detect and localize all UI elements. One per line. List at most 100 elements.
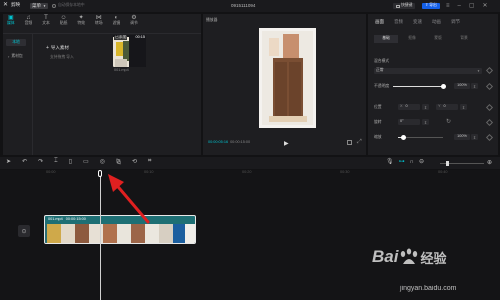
x-value: 0: [405, 104, 408, 109]
position-y-stepper[interactable]: ⇕: [460, 104, 467, 110]
media-clip-thumbnail[interactable]: 已添加 00:15: [113, 35, 146, 67]
split-icon[interactable]: ⌶: [54, 158, 58, 165]
rotate-stepper[interactable]: ⇕: [422, 119, 429, 125]
props-tab-picture[interactable]: 画面: [370, 16, 389, 27]
opacity-stepper[interactable]: ⇕: [471, 83, 478, 89]
added-badge: 已添加: [114, 35, 128, 40]
opacity-value[interactable]: 100%: [454, 83, 470, 89]
scale-slider-knob[interactable]: [400, 135, 406, 140]
export-label: 导出: [429, 3, 437, 8]
scale-stepper[interactable]: ⇕: [471, 134, 478, 140]
fullscreen-icon: ⤢: [357, 139, 362, 145]
autosave-status: 自动保存本地中: [52, 3, 85, 8]
menu-button[interactable]: 菜单 ▼: [30, 3, 48, 9]
clip-thumbnail-image: [113, 35, 146, 67]
position-label: 位置: [374, 105, 382, 109]
tab-filter-label: 滤镜: [112, 21, 121, 25]
tab-effects[interactable]: ✦ 特效: [77, 15, 85, 26]
import-hint: 支持拖拽 导入: [50, 55, 74, 59]
crop-icon[interactable]: ⌗: [148, 158, 151, 165]
y-label: Y: [438, 104, 441, 109]
position-x-field[interactable]: X 0: [398, 104, 420, 110]
chevron-right-icon: ›: [8, 54, 10, 59]
autosave-text: 自动保存本地中: [58, 3, 85, 8]
nav-material-pack[interactable]: › 素材包: [8, 54, 23, 59]
tab-media[interactable]: ▣ 媒体: [7, 15, 15, 26]
time-ruler: 00:00 00:10 00:20 00:30 00:40: [0, 170, 500, 178]
app-name: 剪映: [11, 2, 20, 8]
aspect-ratio-button[interactable]: [347, 140, 352, 145]
rotate-icon[interactable]: ↻: [446, 118, 451, 125]
select-cursor-icon[interactable]: ➤: [6, 158, 11, 165]
magnet-icon[interactable]: ∩: [410, 159, 414, 165]
shortcut-button[interactable]: 快捷键: [393, 3, 416, 9]
tab-divider: [3, 33, 201, 34]
media-panel: [3, 14, 201, 155]
close-icon[interactable]: ✕: [483, 2, 488, 9]
nav-local[interactable]: 本地: [6, 39, 26, 46]
props-tab-animation[interactable]: 动画: [427, 16, 446, 27]
stepper-icon: ⇕: [423, 104, 428, 110]
props-tab-speed[interactable]: 变速: [408, 16, 427, 27]
props-tab-bar: 画面 音频 变速 动画 调节: [370, 16, 465, 27]
player-title: 播放器: [206, 18, 218, 22]
track-cover-button[interactable]: ⊙: [18, 225, 30, 237]
zoom-slider[interactable]: [440, 161, 484, 166]
stepper-icon: ⇕: [461, 104, 466, 110]
maximize-icon[interactable]: ▢: [469, 2, 475, 9]
clip-duration: 00:15: [135, 35, 145, 39]
import-label: 导入素材: [50, 45, 69, 51]
tab-text[interactable]: T 文本: [42, 15, 50, 26]
undo-icon[interactable]: ↶: [22, 158, 27, 165]
scale-value[interactable]: 100%: [454, 134, 470, 140]
chevron-down-icon: ▼: [477, 68, 480, 73]
redo-icon[interactable]: ↷: [38, 158, 43, 165]
scale-slider[interactable]: [398, 135, 443, 140]
tab-filter[interactable]: ◐ 滤镜: [113, 15, 121, 26]
play-button[interactable]: ▶: [284, 140, 289, 147]
subtab-background[interactable]: 背景: [452, 35, 476, 43]
props-subtab-bar: 基础 抠像 蒙版 背景: [374, 35, 476, 43]
tick-label: 00:00: [46, 170, 56, 174]
opacity-slider-knob[interactable]: [440, 84, 446, 89]
minimize-icon[interactable]: –: [458, 3, 461, 9]
zoom-in-icon[interactable]: ⊕: [487, 159, 492, 166]
project-title: 0915111094: [231, 3, 256, 8]
lock-icon: ⊙: [21, 228, 27, 235]
microphone-icon[interactable]: 🎙: [386, 158, 394, 165]
tab-sticker[interactable]: ☺ 贴纸: [60, 15, 68, 26]
subtab-mask[interactable]: 蒙版: [426, 35, 450, 43]
capcut-logo-icon: ✕: [3, 2, 9, 8]
position-x-stepper[interactable]: ⇕: [422, 104, 429, 110]
zoom-out-icon[interactable]: ⊖: [419, 158, 424, 165]
play-icon: ▶: [284, 141, 289, 147]
edit-tools: ➤ ↶ ↷ ⌶ ▯ ▭ ◎ ⧎ ⟲ ⌗: [6, 158, 151, 165]
opacity-slider[interactable]: [393, 84, 446, 89]
subtab-basic[interactable]: 基础: [374, 35, 398, 43]
delete-icon[interactable]: ▯: [69, 158, 72, 165]
subtab-matting[interactable]: 抠像: [400, 35, 424, 43]
clip-filename: 001.mp4: [114, 68, 129, 72]
export-button[interactable]: ⇪ 导出: [422, 3, 440, 9]
watermark-brand-cn: 经验: [420, 250, 447, 266]
fullscreen-button[interactable]: ⤢: [357, 139, 362, 146]
timeline-clip-header: 001.mp4 00:00:15:00: [48, 217, 86, 222]
link-icon[interactable]: ⊶: [399, 158, 405, 165]
props-tab-audio[interactable]: 音频: [389, 16, 408, 27]
tab-transition[interactable]: ⋈ 转场: [95, 15, 103, 26]
zoom-slider-knob[interactable]: [446, 161, 449, 166]
position-y-field[interactable]: Y 0: [436, 104, 458, 110]
import-button[interactable]: + 导入素材: [46, 46, 69, 51]
freeze-frame-icon[interactable]: ▭: [83, 158, 89, 165]
rotate-clip-icon[interactable]: ⟲: [132, 158, 137, 165]
props-tab-adjust[interactable]: 调节: [446, 16, 465, 27]
menu-dots-icon[interactable]: ≡: [446, 3, 450, 9]
reverse-icon[interactable]: ◎: [100, 158, 105, 165]
mirror-icon[interactable]: ⧎: [116, 158, 121, 165]
tab-adjust[interactable]: ⚙ 调节: [130, 15, 138, 26]
tab-audio[interactable]: ♫ 音频: [25, 15, 33, 26]
rotate-field[interactable]: 0°: [398, 119, 420, 125]
media-tab-bar: ▣ 媒体 ♫ 音频 T 文本 ☺ 贴纸 ✦ 特效 ⋈ 转场 ◐ 滤镜 ⚙ 调节: [7, 15, 138, 26]
watermark-brand: Bai: [372, 247, 399, 266]
blend-mode-select[interactable]: 正常 ▼: [374, 68, 482, 74]
